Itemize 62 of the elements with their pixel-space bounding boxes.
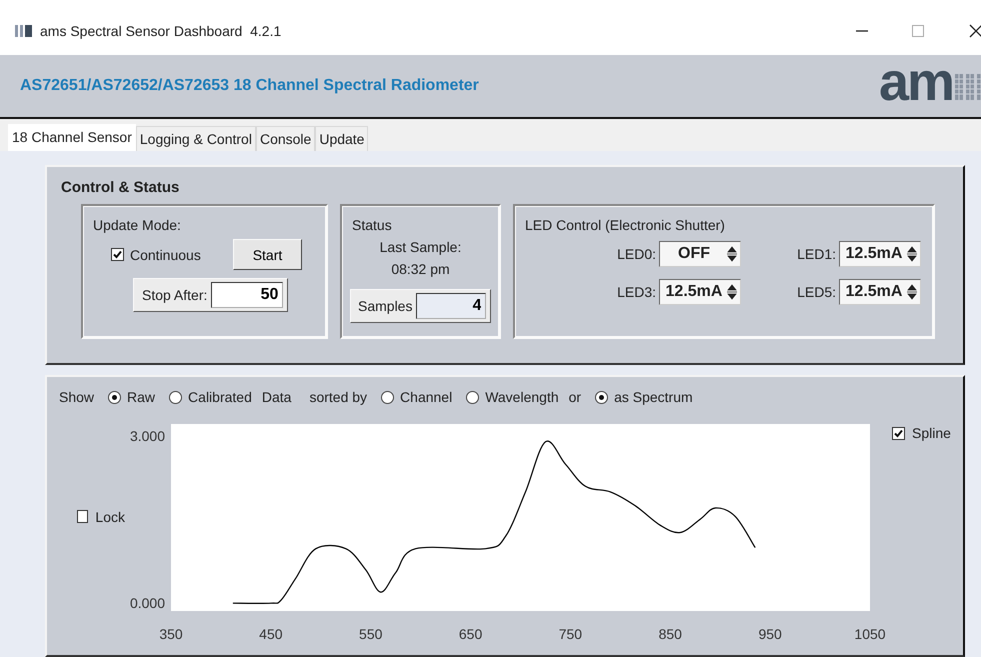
spin-field[interactable]: OFF: [659, 241, 741, 267]
samples-field[interactable]: 4: [416, 293, 486, 319]
led-label: LED3:: [617, 284, 656, 300]
stop-after-field[interactable]: 50: [211, 282, 284, 308]
group-title: LED Control (Electronic Shutter): [525, 217, 726, 233]
radio-button[interactable]: [381, 390, 394, 404]
tab[interactable]: Console: [256, 126, 316, 151]
samples-label: Samples: [358, 298, 412, 314]
axis-tick-label: 950: [758, 626, 782, 642]
option-label: Show: [59, 389, 94, 405]
checkbox[interactable]: [77, 510, 88, 523]
radio-label: Calibrated: [188, 389, 252, 405]
spinner-arrows-icon[interactable]: [906, 283, 918, 301]
last-sample-time: 08:32 pm: [390, 261, 451, 277]
spin-field[interactable]: 12.5mA: [659, 279, 741, 305]
spin-field[interactable]: 12.5mA: [839, 279, 921, 305]
app-icon: [14, 22, 34, 38]
led-label: LED1:: [797, 246, 836, 262]
tab[interactable]: Logging & Control: [136, 126, 256, 151]
tab[interactable]: Update: [315, 126, 368, 151]
window-title: ams Spectral Sensor Dashboard 4.2.1: [40, 22, 282, 38]
group-title: Update Mode:: [93, 217, 182, 233]
radio-label: Raw: [127, 389, 156, 405]
axis-tick-label: 350: [159, 626, 183, 642]
checkbox[interactable]: [111, 248, 124, 261]
axis-tick-label: 750: [558, 626, 582, 642]
spinner-arrows-icon[interactable]: [726, 283, 738, 301]
option-label: or: [568, 389, 582, 405]
logo-text: am: [878, 55, 953, 109]
checkbox[interactable]: [892, 426, 905, 440]
radio-button[interactable]: [108, 390, 122, 404]
axis-tick-label: 650: [458, 626, 482, 642]
spinner-arrows-icon[interactable]: [906, 245, 918, 263]
led-label: LED5:: [797, 284, 836, 300]
radio-button[interactable]: [466, 390, 480, 404]
radio-label: Wavelength: [485, 389, 559, 405]
axis-tick-label: 550: [359, 626, 382, 642]
radio-label: Channel: [400, 389, 452, 405]
tab[interactable]: 18 Channel Sensor: [8, 124, 136, 151]
start-button[interactable]: Start: [233, 239, 302, 270]
checkbox-label: Spline: [912, 425, 951, 441]
axis-tick-label: 1050: [854, 626, 886, 642]
spin-field[interactable]: 12.5mA: [839, 241, 921, 267]
radio-button[interactable]: [169, 390, 182, 404]
group-title: Status: [352, 217, 393, 233]
led-label: LED0:: [617, 246, 656, 262]
radio-button[interactable]: [595, 390, 608, 404]
close-icon[interactable]: [969, 24, 981, 38]
radio-label: as Spectrum: [614, 389, 693, 405]
panel-title: Control & Status: [61, 179, 180, 196]
option-label: Data: [262, 389, 292, 405]
option-label: sorted by: [309, 389, 368, 405]
axis-tick-label: 3.000: [130, 428, 165, 444]
spinner-arrows-icon[interactable]: [726, 245, 738, 263]
stop-after-label: Stop After:: [142, 287, 208, 303]
axis-tick-label: 450: [259, 626, 283, 642]
checkbox-label: Lock: [95, 508, 125, 524]
app-heading: AS72651/AS72652/AS72653 18 Channel Spectral Radiometer: [20, 77, 479, 95]
axis-tick-label: 0.000: [130, 595, 165, 612]
checkbox-label: Continuous: [130, 246, 201, 262]
last-sample-label: Last Sample:: [378, 239, 462, 255]
axis-tick-label: 850: [658, 626, 682, 642]
